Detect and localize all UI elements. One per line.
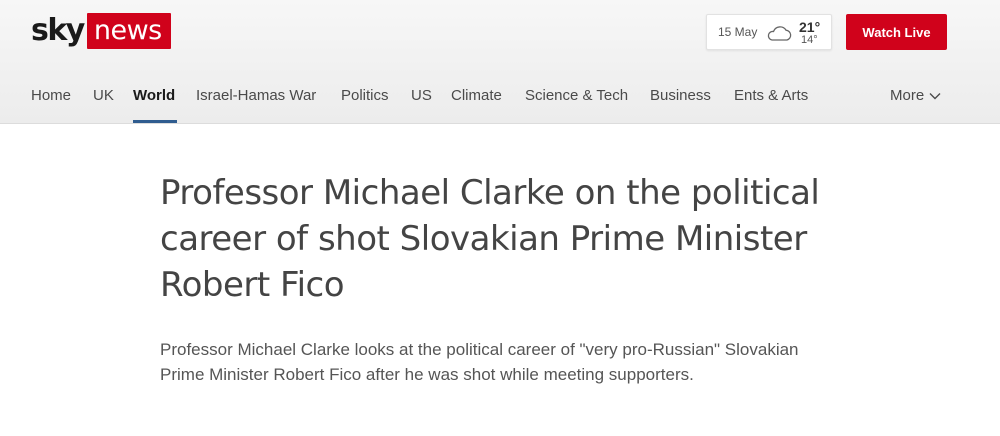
nav-item-world[interactable]: World: [133, 87, 175, 104]
nav-item-science-tech[interactable]: Science & Tech: [525, 87, 628, 104]
logo-sky-text: sky: [31, 13, 85, 48]
article-headline: Professor Michael Clarke on the politica…: [160, 173, 820, 305]
weather-widget[interactable]: 15 May 21° 14°: [706, 14, 832, 50]
cloud-icon: [765, 24, 793, 47]
logo-news-text: news: [86, 13, 171, 49]
nav-item-ents-arts[interactable]: Ents & Arts: [734, 87, 808, 104]
nav-item-home[interactable]: Home: [31, 87, 71, 104]
watch-live-button[interactable]: Watch Live: [846, 14, 947, 50]
nav-item-uk[interactable]: UK: [93, 87, 114, 104]
nav-item-business[interactable]: Business: [650, 87, 711, 104]
nav-item-climate[interactable]: Climate: [451, 87, 502, 104]
site-header: sky news 15 May 21° 14° Watch Live Home …: [0, 0, 1000, 124]
sky-news-logo[interactable]: sky news: [31, 13, 171, 49]
nav-item-politics[interactable]: Politics: [341, 87, 389, 104]
article-standfirst: Professor Michael Clarke looks at the po…: [160, 340, 799, 384]
chevron-down-icon: [929, 93, 941, 100]
main-nav: Home UK World Israel-Hamas War Politics …: [0, 76, 1000, 124]
weather-high-temp: 21°: [799, 19, 821, 35]
nav-item-israel-hamas-war[interactable]: Israel-Hamas War: [196, 87, 316, 104]
nav-more-button[interactable]: More: [890, 87, 941, 104]
weather-low-temp: 14°: [801, 34, 818, 46]
weather-date: 15 May: [718, 25, 758, 39]
nav-more-label: More: [890, 87, 925, 104]
active-nav-indicator: [133, 120, 177, 123]
nav-item-us[interactable]: US: [411, 87, 432, 104]
